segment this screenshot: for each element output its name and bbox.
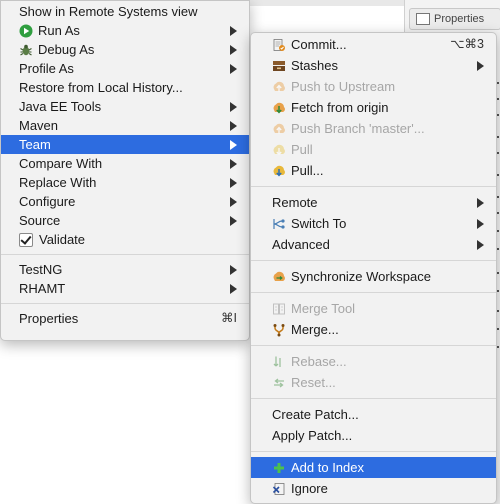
submenu-arrow-icon: [230, 283, 237, 294]
properties-tab-label: Properties: [434, 13, 485, 25]
push-icon: [272, 80, 286, 94]
submenu-arrow-icon: [230, 120, 237, 131]
menu-separator: [251, 345, 496, 346]
shortcut-label: ⌘I: [221, 311, 237, 325]
menu-item-profile-as[interactable]: Profile As: [1, 59, 249, 78]
menu-separator: [1, 303, 249, 304]
project-context-menu: Show in Remote Systems view Run As Debug…: [0, 0, 250, 341]
menu-item-replace-with[interactable]: Replace With: [1, 173, 249, 192]
menu-item-properties[interactable]: Properties ⌘I: [1, 309, 249, 328]
merge-tool-icon: [272, 302, 286, 316]
submenu-arrow-icon: [230, 25, 237, 36]
submenu-arrow-icon: [230, 264, 237, 275]
team-item-apply-patch[interactable]: Apply Patch...: [251, 425, 496, 446]
commit-icon: [272, 38, 286, 52]
menu-item-source[interactable]: Source: [1, 211, 249, 230]
menu-item-run-as[interactable]: Run As: [1, 21, 249, 40]
team-submenu: Commit... ⌥⌘3 Stashes Push to Upstream F…: [250, 32, 497, 504]
submenu-arrow-icon: [477, 60, 484, 71]
submenu-arrow-icon: [230, 196, 237, 207]
stash-icon: [272, 59, 286, 73]
pull-icon: [272, 143, 286, 157]
menu-item-java-ee-tools[interactable]: Java EE Tools: [1, 97, 249, 116]
shortcut-label: ⌥⌘3: [450, 37, 484, 51]
menu-separator: [251, 451, 496, 452]
debug-bug-icon: [19, 43, 33, 57]
merge-icon: [272, 323, 286, 337]
menu-separator: [251, 292, 496, 293]
team-item-push-to-upstream[interactable]: Push to Upstream: [251, 76, 496, 97]
team-item-pull-dialog[interactable]: Pull...: [251, 160, 496, 181]
properties-view-tab[interactable]: Properties: [409, 8, 500, 30]
ignore-icon: [272, 482, 286, 496]
submenu-arrow-icon: [230, 215, 237, 226]
team-item-reset[interactable]: Reset...: [251, 372, 496, 393]
submenu-arrow-icon: [230, 158, 237, 169]
menu-separator: [251, 260, 496, 261]
run-icon: [19, 24, 33, 38]
rebase-icon: [272, 355, 286, 369]
add-plus-icon: [272, 461, 286, 475]
team-item-switch-to[interactable]: Switch To: [251, 213, 496, 234]
switch-branch-icon: [272, 217, 286, 231]
menu-item-debug-as[interactable]: Debug As: [1, 40, 249, 59]
menu-item-testng[interactable]: TestNG: [1, 260, 249, 279]
team-item-add-to-index[interactable]: Add to Index: [251, 457, 496, 478]
team-item-fetch-from-origin[interactable]: Fetch from origin: [251, 97, 496, 118]
reset-icon: [272, 376, 286, 390]
team-item-rebase[interactable]: Rebase...: [251, 351, 496, 372]
submenu-arrow-icon: [230, 177, 237, 188]
submenu-arrow-icon: [477, 197, 484, 208]
team-item-create-patch[interactable]: Create Patch...: [251, 404, 496, 425]
submenu-arrow-icon: [477, 239, 484, 250]
submenu-arrow-icon: [230, 63, 237, 74]
submenu-arrow-icon: [230, 44, 237, 55]
menu-separator: [251, 398, 496, 399]
submenu-arrow-icon: [477, 218, 484, 229]
team-item-push-branch[interactable]: Push Branch 'master'...: [251, 118, 496, 139]
team-item-merge[interactable]: Merge...: [251, 319, 496, 340]
team-item-pull[interactable]: Pull: [251, 139, 496, 160]
team-item-stashes[interactable]: Stashes: [251, 55, 496, 76]
menu-item-rhamt[interactable]: RHAMT: [1, 279, 249, 298]
menu-item-validate[interactable]: Validate: [1, 230, 249, 249]
menu-item-restore-local-history[interactable]: Restore from Local History...: [1, 78, 249, 97]
pull-dialog-icon: [272, 164, 286, 178]
menu-item-configure[interactable]: Configure: [1, 192, 249, 211]
menu-item-compare-with[interactable]: Compare With: [1, 154, 249, 173]
menu-separator: [251, 186, 496, 187]
menu-item-team[interactable]: Team: [1, 135, 249, 154]
push-branch-icon: [272, 122, 286, 136]
submenu-arrow-icon: [230, 139, 237, 150]
menu-separator: [1, 254, 249, 255]
validate-checkbox-icon: [19, 232, 33, 247]
menu-item-show-in-remote-systems[interactable]: Show in Remote Systems view: [1, 2, 249, 21]
team-item-remote[interactable]: Remote: [251, 192, 496, 213]
team-item-advanced[interactable]: Advanced: [251, 234, 496, 255]
submenu-arrow-icon: [230, 101, 237, 112]
properties-tab-icon: [416, 13, 430, 25]
team-item-ignore[interactable]: Ignore: [251, 478, 496, 499]
team-item-commit[interactable]: Commit... ⌥⌘3: [251, 34, 496, 55]
synchronize-icon: [272, 270, 286, 284]
team-item-merge-tool[interactable]: Merge Tool: [251, 298, 496, 319]
fetch-icon: [272, 101, 286, 115]
menu-item-maven[interactable]: Maven: [1, 116, 249, 135]
team-item-synchronize-workspace[interactable]: Synchronize Workspace: [251, 266, 496, 287]
